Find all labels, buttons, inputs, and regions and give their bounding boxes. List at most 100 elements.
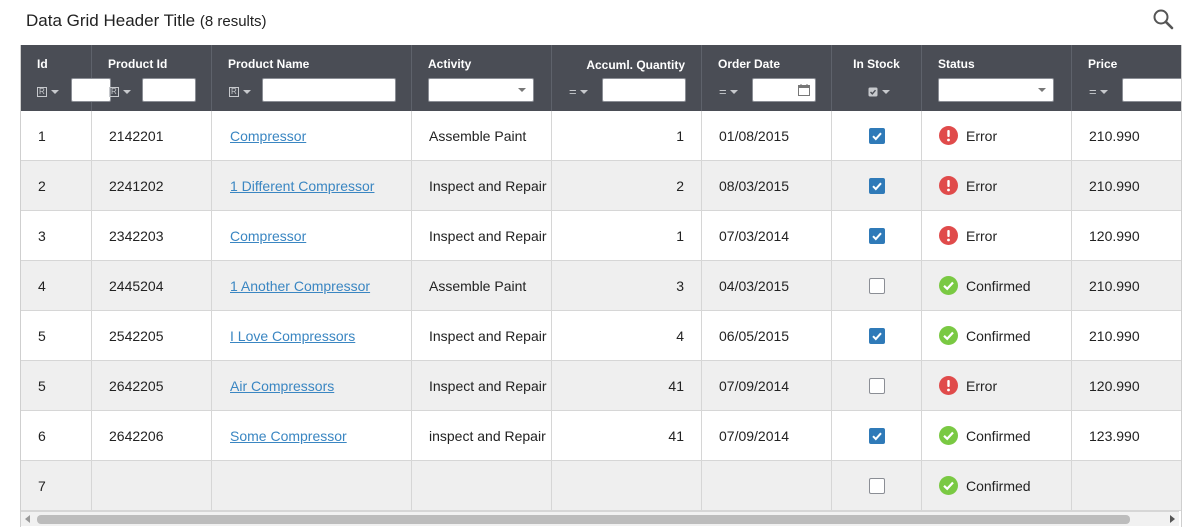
grid-title-bar: Data Grid Header Title (8 results) <box>0 0 1200 44</box>
product-name-link[interactable]: Air Compressors <box>212 378 334 394</box>
cell-text: 07/03/2014 <box>719 227 790 244</box>
regex-icon: R <box>109 87 119 97</box>
in-stock-checkbox[interactable] <box>868 377 885 394</box>
exclamation-icon <box>939 126 958 145</box>
chevron-down-icon <box>122 90 131 94</box>
cell-status: Error <box>922 211 1072 260</box>
cell-quantity <box>552 461 702 510</box>
checkmark-icon <box>939 426 958 445</box>
table-row[interactable]: 3 2342203 Compressor Inspect and Repair 1 07/… <box>21 211 1181 261</box>
checkmark-icon <box>939 476 958 495</box>
cell-in-stock <box>832 111 922 160</box>
cell-order-date: 04/03/2015 <box>702 261 832 310</box>
cell-order-date: 06/05/2015 <box>702 311 832 360</box>
cell-text: 2542205 <box>109 327 164 344</box>
column-header-in-stock[interactable]: In Stock <box>832 45 922 111</box>
filter-operator-price[interactable]: = <box>1089 85 1108 99</box>
cell-price <box>1072 461 1181 510</box>
table-row[interactable]: 2 2241202 1 Different Compressor Inspect an… <box>21 161 1181 211</box>
filter-input-price[interactable] <box>1122 78 1181 102</box>
in-stock-checkbox[interactable] <box>868 327 885 344</box>
filter-select-activity[interactable] <box>428 78 534 102</box>
cell-product-id: 2342203 <box>92 211 212 260</box>
filter-input-quantity[interactable] <box>602 78 686 102</box>
column-header-id[interactable]: Id R <box>21 45 111 111</box>
filter-date-order-date[interactable] <box>752 78 816 102</box>
cell-text: 123.990 <box>1089 427 1140 444</box>
checkmark-icon <box>939 326 958 345</box>
filter-operator-id[interactable]: R <box>37 85 59 99</box>
search-button[interactable] <box>1152 8 1176 32</box>
table-row[interactable]: 7 Confirmed <box>21 461 1181 511</box>
in-stock-checkbox[interactable] <box>868 427 885 444</box>
cell-text: 120.990 <box>1089 377 1140 394</box>
cell-product-name: Compressor <box>212 211 412 260</box>
product-name-link[interactable]: 1 Another Compressor <box>212 278 370 294</box>
scroll-left-icon[interactable] <box>25 515 30 523</box>
in-stock-checkbox[interactable] <box>868 477 885 494</box>
checkmark-icon <box>871 182 882 190</box>
cell-activity: Inspect and Repair <box>412 311 552 360</box>
cell-text: Assemble Paint <box>429 277 527 294</box>
filter-operator-product-name[interactable]: R <box>229 85 251 99</box>
filter-input-product-id[interactable] <box>142 78 196 102</box>
cell-text: 2142201 <box>109 127 164 144</box>
column-label: Accuml. Quantity <box>586 58 685 72</box>
checkmark-icon <box>939 276 958 295</box>
product-name-link[interactable]: Compressor <box>212 228 306 244</box>
cell-text: 2342203 <box>109 227 164 244</box>
table-row[interactable]: 5 2642205 Air Compressors Inspect and Repai… <box>21 361 1181 411</box>
cell-text: 120.990 <box>1089 227 1140 244</box>
column-header-status[interactable]: Status <box>922 45 1072 111</box>
checkbox-filter-icon <box>868 87 878 97</box>
filter-select-status[interactable] <box>938 78 1054 102</box>
table-row[interactable]: 6 2642206 Some Compressor inspect and Repai… <box>21 411 1181 461</box>
in-stock-checkbox[interactable] <box>868 277 885 294</box>
scroll-right-icon[interactable] <box>1170 515 1175 523</box>
column-header-product-id[interactable]: Product Id R <box>92 45 212 111</box>
cell-text: 210.990 <box>1089 277 1140 294</box>
equals-icon: = <box>569 84 577 99</box>
cell-text: 04/03/2015 <box>719 277 790 294</box>
scrollbar-thumb[interactable] <box>37 515 1130 524</box>
cell-order-date: 07/09/2014 <box>702 361 832 410</box>
cell-product-id: 2642206 <box>92 411 212 460</box>
cell-text: Inspect and Repair <box>429 327 547 344</box>
equals-icon: = <box>719 84 727 99</box>
filter-operator-quantity[interactable]: = <box>569 85 588 99</box>
filter-input-product-name[interactable] <box>262 78 396 102</box>
filter-operator-product-id[interactable]: R <box>109 85 131 99</box>
column-header-product-name[interactable]: Product Name R <box>212 45 412 111</box>
product-name-link[interactable]: 1 Different Compressor <box>212 178 374 194</box>
product-name-link[interactable]: I Love Compressors <box>212 328 355 344</box>
horizontal-scrollbar[interactable] <box>21 511 1179 526</box>
cell-id: 1 <box>21 111 92 160</box>
product-name-link[interactable]: Some Compressor <box>212 428 347 444</box>
checkmark-icon <box>871 332 882 340</box>
table-row[interactable]: 4 2445204 1 Another Compressor Assemble Pai… <box>21 261 1181 311</box>
cell-status: Confirmed <box>922 411 1072 460</box>
filter-operator-order-date[interactable]: = <box>719 85 738 99</box>
cell-text: 41 <box>668 427 684 444</box>
cell-in-stock <box>832 411 922 460</box>
status-badge: Confirmed <box>922 326 1031 345</box>
in-stock-checkbox[interactable] <box>868 127 885 144</box>
cell-text: Inspect and Repair <box>429 227 547 244</box>
cell-text: inspect and Repair <box>429 427 546 444</box>
table-row[interactable]: 1 2142201 Compressor Assemble Paint 1 01/08/2… <box>21 111 1181 161</box>
cell-quantity: 1 <box>552 111 702 160</box>
in-stock-checkbox[interactable] <box>868 227 885 244</box>
product-name-link[interactable]: Compressor <box>212 128 306 144</box>
column-header-quantity[interactable]: Accuml. Quantity = <box>552 45 702 111</box>
calendar-icon[interactable] <box>798 84 810 96</box>
table-row[interactable]: 5 2542205 I Love Compressors Inspect and Re… <box>21 311 1181 361</box>
column-header-order-date[interactable]: Order Date = <box>702 45 832 111</box>
filter-operator-in-stock[interactable] <box>868 85 890 99</box>
cell-price: 120.990 <box>1072 361 1181 410</box>
column-header-price[interactable]: Price = <box>1072 45 1181 111</box>
column-header-activity[interactable]: Activity <box>412 45 552 111</box>
in-stock-checkbox[interactable] <box>868 177 885 194</box>
cell-status: Confirmed <box>922 261 1072 310</box>
search-icon <box>1153 9 1174 30</box>
status-text: Confirmed <box>966 427 1031 444</box>
